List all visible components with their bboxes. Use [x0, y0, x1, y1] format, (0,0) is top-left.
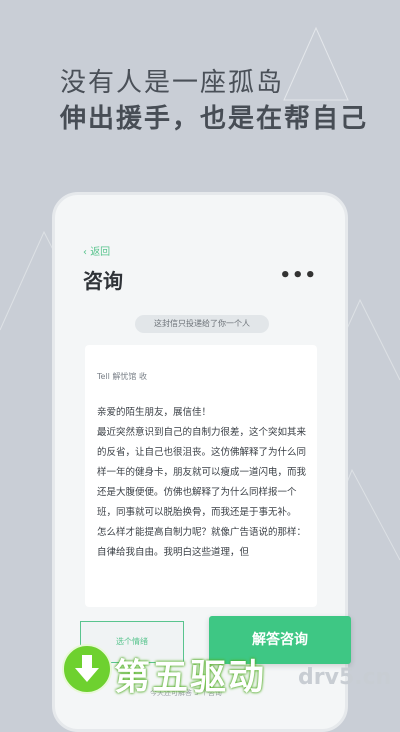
- download-arrow-icon: [62, 644, 112, 694]
- page-title: 咨询: [83, 269, 123, 293]
- letter-paragraph: 亲爱的陌生朋友，展信佳！: [97, 407, 212, 418]
- watermark-brand: 第五驱动: [114, 657, 267, 698]
- watermark-domain: drv5.cn: [298, 665, 392, 690]
- letter-body: 亲爱的陌生朋友，展信佳！ 最近突然意识到自己的自制力很差，这个突如其来的反省，让…: [97, 403, 309, 563]
- headline-line-1: 没有人是一座孤岛: [60, 68, 285, 98]
- chevron-left-icon: ‹: [83, 247, 87, 258]
- letter-paragraph: 最近突然意识到自己的自制力很差，这个突如其来的反省，让自己也很沮丧。这仿佛解释了…: [97, 427, 307, 518]
- letter-recipient: Tell 解忧馆 收: [97, 372, 147, 381]
- headline-line-2: 伸出援手，也是在帮自己: [60, 104, 369, 134]
- letter-card[interactable]: Tell 解忧馆 收 亲爱的陌生朋友，展信佳！ 最近突然意识到自己的自制力很差，…: [85, 345, 317, 607]
- notice-pill: 这封信只投递给了你一个人: [135, 315, 269, 333]
- back-label: 返回: [90, 247, 111, 258]
- more-dots-icon[interactable]: •••: [279, 265, 317, 286]
- back-button[interactable]: ‹ 返回: [83, 243, 110, 258]
- letter-paragraph: 怎么样才能提高自制力呢？就像广告语说的那样：自律给我自由。我明白这些道理，但: [97, 527, 307, 558]
